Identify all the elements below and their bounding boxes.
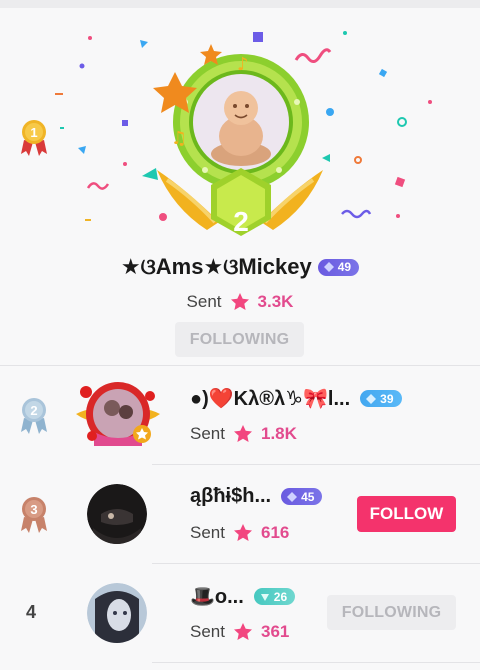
- user-name[interactable]: ąβħɨ$h...: [190, 485, 271, 508]
- diamond-icon: [287, 491, 298, 502]
- top-bar: [0, 0, 480, 8]
- level-badge: 39: [360, 390, 402, 407]
- sent-stat: Sent 361: [190, 622, 289, 642]
- sent-value: 1.8K: [260, 424, 297, 443]
- follow-button[interactable]: FOLLOW: [357, 496, 456, 532]
- sent-stat: Sent 616: [190, 523, 289, 543]
- sent-stat: Sent 1.8K: [190, 424, 297, 444]
- level-value: 39: [380, 391, 394, 406]
- user-name[interactable]: 🎩o...: [190, 584, 244, 609]
- svg-text:♫: ♫: [171, 128, 187, 149]
- following-button[interactable]: FOLLOWING: [327, 595, 456, 630]
- level-value: 49: [337, 260, 352, 274]
- avatar[interactable]: [72, 378, 164, 450]
- level-value: 45: [301, 489, 315, 504]
- user-name[interactable]: ★ଓ‌Ams★ଓ‌Mickey: [121, 254, 312, 280]
- rank-number: 4: [26, 602, 37, 622]
- sent-label: Sent: [190, 523, 225, 542]
- sent-label: Sent: [190, 622, 225, 641]
- rank-number: 2: [30, 403, 37, 418]
- gold-medal-icon: 1: [21, 120, 47, 156]
- list-item[interactable]: 3 ąβħɨ$h... 45 Sent 616 FOLLOW: [0, 465, 480, 564]
- sent-value: 616: [260, 523, 290, 542]
- level-badge: 49: [317, 258, 360, 276]
- level-badge: 26: [253, 588, 296, 605]
- star-icon: [233, 524, 252, 541]
- star-icon: [233, 425, 252, 442]
- avatar[interactable]: [87, 583, 147, 643]
- rank-number: 3: [30, 502, 37, 517]
- svg-text:♪: ♪: [237, 54, 249, 75]
- sent-label: Sent: [190, 424, 225, 443]
- star-icon: [233, 623, 252, 640]
- diamond-icon: [323, 262, 334, 272]
- user-name[interactable]: ●)❤️Kλ®λ♑🎀l...: [190, 386, 350, 411]
- level-number: 2: [233, 206, 249, 237]
- divider: [152, 662, 480, 663]
- list-item[interactable]: 2 ●)❤️Kλ®λ♑🎀l... 39 Sent 1.8K: [0, 366, 480, 465]
- following-button[interactable]: FOLLOWING: [175, 322, 304, 357]
- avatar[interactable]: [87, 484, 147, 544]
- rank-number: 1: [30, 125, 37, 140]
- sent-value: 361: [260, 622, 290, 641]
- sent-label: Sent: [186, 292, 222, 311]
- user-name-row: 🎩o... 26: [190, 584, 296, 609]
- bronze-medal-icon: 3: [21, 497, 47, 533]
- sent-stat: Sent 3.3K: [0, 289, 480, 315]
- top-gifter-card: 1 ♪ ♫ 2 ★ଓ‌Ams★ଓ‌Mi: [0, 8, 480, 365]
- user-name-row: ●)❤️Kλ®λ♑🎀l... 39: [190, 386, 402, 411]
- diamond-icon: [366, 393, 377, 404]
- diamond-icon: [260, 593, 269, 601]
- star-icon: [230, 293, 249, 310]
- list-item[interactable]: 4 🎩o... 26 Sent 361 FOLLOWING: [0, 564, 480, 663]
- silver-medal-icon: 2: [21, 398, 47, 434]
- top-user-name-row: ★ଓ‌Ams★ଓ‌Mickey 49: [0, 252, 480, 282]
- sent-value: 3.3K: [257, 292, 294, 311]
- user-name-row: ąβħɨ$h... 45: [190, 485, 323, 508]
- level-badge: 45: [281, 488, 323, 505]
- level-value: 26: [273, 589, 288, 604]
